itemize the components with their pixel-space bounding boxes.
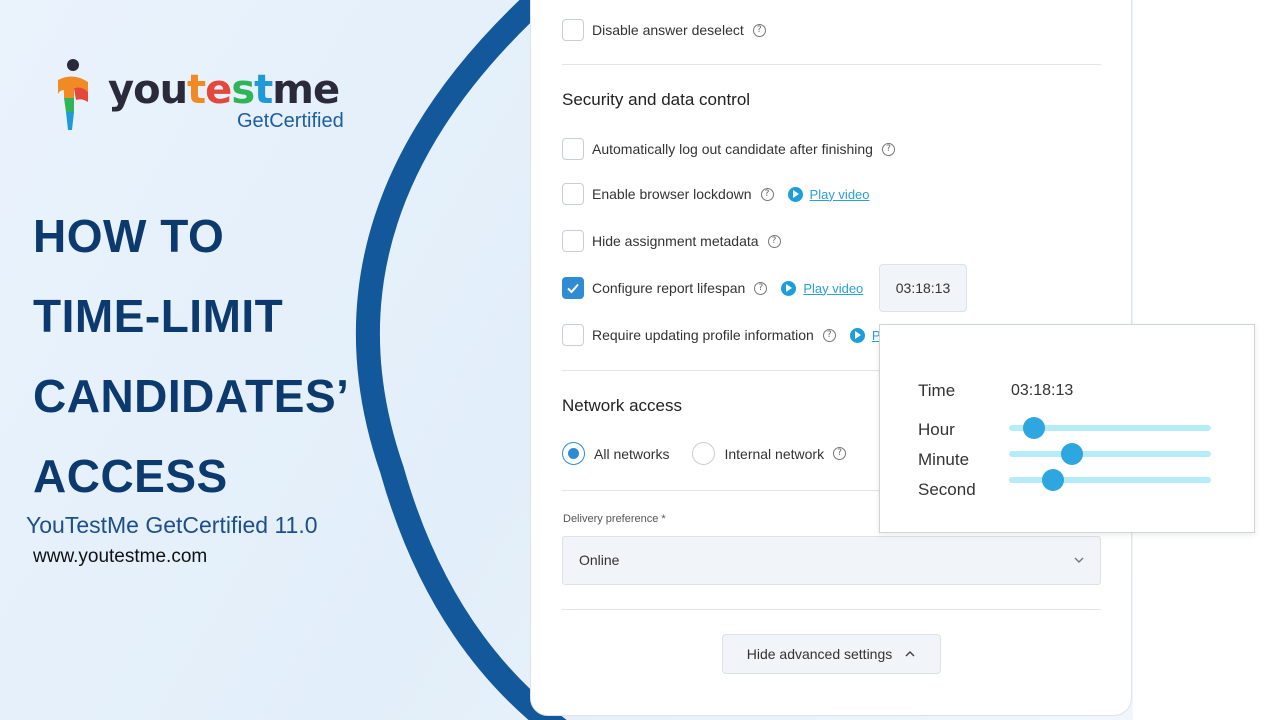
chevron-up-icon (905, 650, 915, 657)
require-profile-checkbox[interactable] (562, 324, 584, 346)
youtestme-logo: youtestme GetCertified (54, 58, 354, 138)
headline-line: HOW TO (33, 210, 225, 262)
slider-track[interactable] (1009, 451, 1211, 457)
require-profile-row[interactable]: Require updating profile information ? P… (562, 324, 883, 346)
help-icon[interactable]: ? (754, 281, 768, 295)
browser-lockdown-row[interactable]: Enable browser lockdown ? Play video (562, 183, 870, 205)
section-title-security: Security and data control (562, 90, 751, 109)
divider (562, 609, 1101, 610)
play-video-text[interactable]: Play video (803, 281, 863, 296)
radio-label: Internal network (724, 445, 825, 462)
hour-slider[interactable] (1009, 417, 1211, 439)
network-options: All networks Internal network ? (562, 442, 847, 465)
report-lifespan-time-input[interactable]: 03:18:13 (879, 264, 967, 312)
time-value: 03:18:13 (1011, 382, 1074, 399)
second-label: Second (918, 480, 976, 499)
help-icon[interactable]: ? (760, 187, 774, 201)
button-label: Hide advanced settings (746, 646, 893, 662)
divider (562, 64, 1101, 65)
select-value: Online (579, 552, 620, 568)
browser-lockdown-checkbox[interactable] (562, 183, 584, 205)
headline-line: CANDIDATES’ (33, 370, 350, 422)
slider-thumb[interactable] (1060, 443, 1083, 465)
slider-thumb[interactable] (1023, 417, 1046, 439)
logo-subtitle: GetCertified (237, 110, 344, 132)
checkbox-label: Require updating profile information (592, 327, 814, 343)
logo-wordmark: youtestme (108, 67, 340, 113)
hide-metadata-checkbox[interactable] (562, 230, 584, 252)
auto-logout-row[interactable]: Automatically log out candidate after fi… (562, 138, 895, 160)
play-video-link[interactable]: Play video (787, 186, 870, 202)
play-video-text[interactable]: Play video (810, 187, 870, 202)
logo-person-icon (58, 59, 88, 130)
help-icon[interactable]: ? (822, 328, 836, 342)
help-icon[interactable]: ? (767, 234, 781, 248)
help-icon[interactable]: ? (881, 142, 895, 156)
checkbox-label: Configure report lifespan (592, 280, 746, 296)
website-url: www.youtestme.com (33, 546, 208, 567)
help-icon[interactable]: ? (833, 447, 847, 460)
radio-all-networks[interactable] (562, 442, 585, 465)
minute-slider[interactable] (1009, 443, 1211, 465)
time-picker-popup: Time 03:18:13 Hour Minute Second (879, 324, 1255, 533)
slider-track[interactable] (1009, 477, 1211, 483)
help-icon[interactable]: ? (752, 23, 766, 37)
minute-label: Minute (918, 450, 970, 469)
disable-answer-deselect-checkbox[interactable] (562, 19, 584, 41)
delivery-preference-select[interactable]: Online (562, 536, 1101, 585)
hour-label: Hour (918, 420, 955, 439)
chevron-down-icon (1074, 557, 1084, 563)
auto-logout-checkbox[interactable] (562, 138, 584, 160)
time-label: Time (918, 381, 956, 400)
report-lifespan-row[interactable]: Configure report lifespan ? Play video (562, 277, 863, 299)
play-video-link[interactable]: Play video (781, 280, 863, 296)
hide-metadata-row[interactable]: Hide assignment metadata ? (562, 230, 781, 252)
headline: HOW TO TIME-LIMIT CANDIDATES’ ACCESS (33, 196, 393, 516)
play-icon (849, 327, 865, 343)
radio-label: All networks (594, 445, 670, 462)
section-title-network: Network access (562, 396, 682, 415)
second-slider[interactable] (1009, 469, 1211, 491)
hide-advanced-settings-button[interactable]: Hide advanced settings (722, 634, 941, 674)
headline-line: ACCESS (33, 450, 228, 502)
checkbox-label: Disable answer deselect (592, 22, 744, 38)
disable-answer-deselect-row[interactable]: Disable answer deselect ? (562, 19, 766, 41)
headline-line: TIME-LIMIT (33, 290, 284, 342)
delivery-preference-label: Delivery preference * (563, 513, 666, 525)
checkbox-label: Hide assignment metadata (592, 233, 759, 249)
report-lifespan-checkbox[interactable] (562, 277, 584, 299)
play-icon (787, 186, 803, 202)
play-icon (781, 280, 797, 296)
radio-internal-network[interactable] (692, 442, 716, 465)
checkmark-icon (567, 283, 579, 294)
product-version: YouTestMe GetCertified 11.0 (26, 512, 318, 538)
checkbox-label: Automatically log out candidate after fi… (592, 141, 873, 157)
slider-thumb[interactable] (1042, 469, 1065, 491)
checkbox-label: Enable browser lockdown (592, 186, 752, 202)
